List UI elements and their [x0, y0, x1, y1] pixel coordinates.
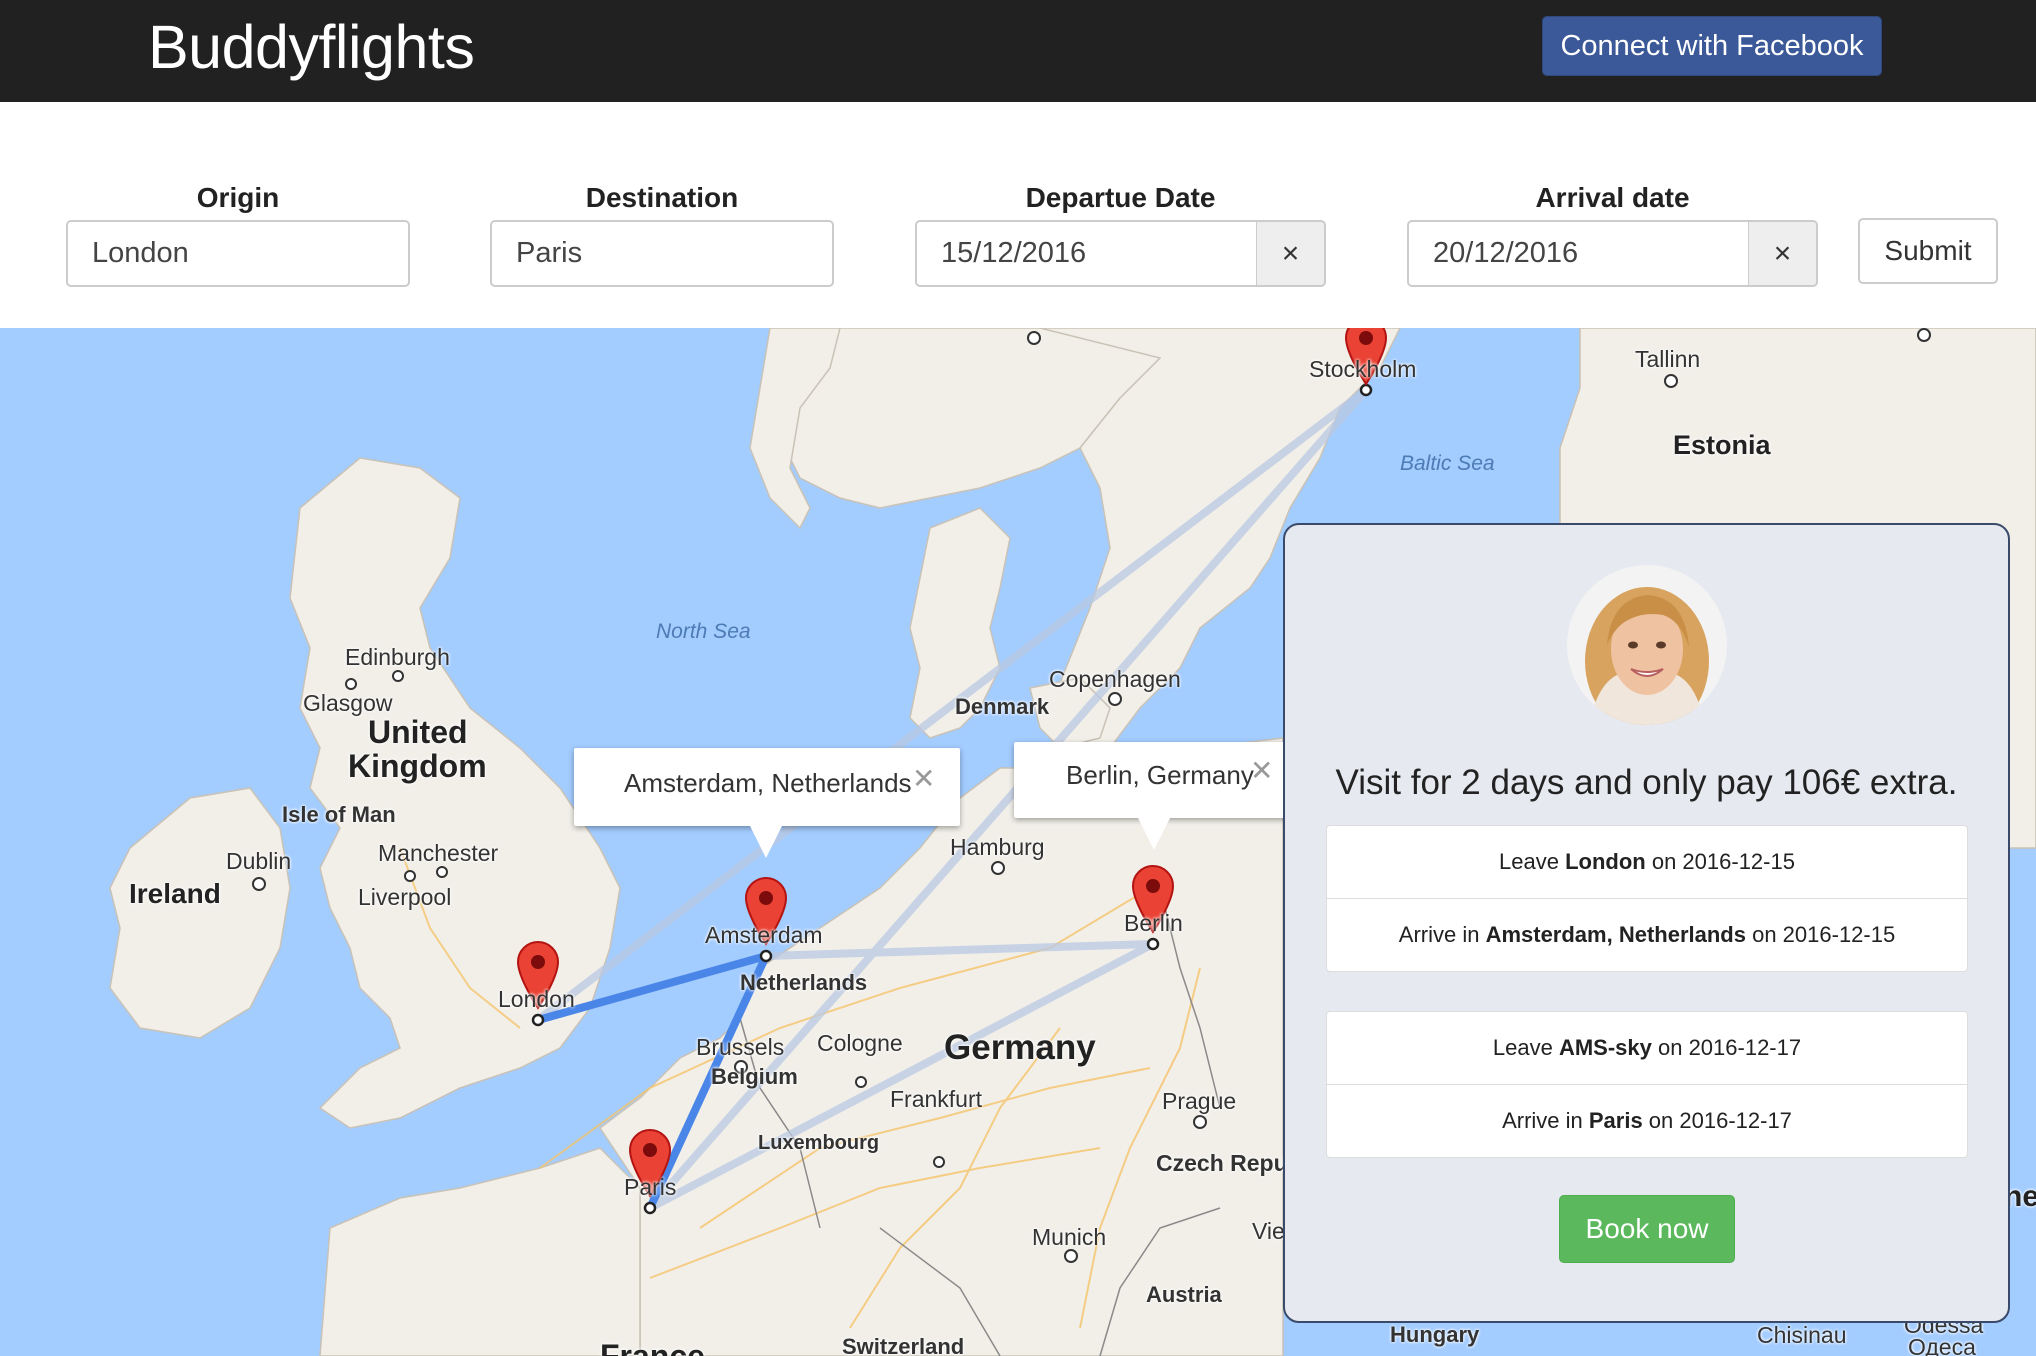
destination-label: Destination — [585, 182, 739, 213]
map-label-edinburgh: Edinburgh — [345, 644, 450, 670]
outbound-leg-card: Leave London on 2016-12-15 Arrive in Ams… — [1326, 825, 1968, 972]
arrival-date-input[interactable]: 20/12/2016 — [1407, 220, 1750, 287]
arrival-clear-button[interactable]: × — [1748, 220, 1818, 287]
destination-input[interactable]: Paris — [490, 220, 834, 287]
map-label-luxembourg: Luxembourg — [758, 1132, 880, 1154]
map-label-north-sea: North Sea — [656, 620, 751, 643]
submit-button[interactable]: Submit — [1858, 218, 1998, 284]
origin-input[interactable]: London — [66, 220, 410, 287]
return-leg-card: Leave AMS-sky on 2016-12-17 Arrive in Pa… — [1326, 1011, 1968, 1158]
amsterdam-infowindow-tail — [750, 826, 782, 858]
map-label-paris: Paris — [624, 1174, 677, 1200]
book-now-button[interactable]: Book now — [1559, 1195, 1735, 1263]
map-label-liverpool: Liverpool — [358, 884, 452, 910]
return-arrive-row: Arrive in Paris on 2016-12-17 — [1327, 1084, 1967, 1157]
map-label-denmark: Denmark — [955, 694, 1050, 719]
return-leave-place: AMS-sky — [1558, 1035, 1652, 1060]
berlin-infowindow-text: Berlin, Germany — [1066, 760, 1254, 790]
departure-clear-button[interactable]: × — [1256, 220, 1326, 287]
buddy-avatar — [1567, 565, 1727, 725]
map-label-hamburg: Hamburg — [950, 834, 1045, 860]
berlin-infowindow-tail — [1138, 818, 1170, 850]
return-arrive-place: Paris — [1588, 1108, 1643, 1133]
arrival-date-label: Arrival date — [1535, 182, 1690, 213]
return-leave-prefix: Leave — [1492, 1035, 1559, 1060]
outbound-leave-prefix: Leave — [1499, 849, 1566, 874]
return-leave-row: Leave AMS-sky on 2016-12-17 — [1327, 1012, 1967, 1084]
map-label-isle-of-man: Isle of Man — [282, 802, 396, 827]
departure-date-input[interactable]: 15/12/2016 — [915, 220, 1258, 287]
map-label-brussels: Brussels — [696, 1034, 785, 1060]
map-label-estonia: Estonia — [1673, 430, 1771, 460]
return-arrive-date: on 2016-12-17 — [1642, 1108, 1792, 1133]
map-label-netherlands: Netherlands — [740, 970, 868, 995]
outbound-leave-place: London — [1565, 849, 1646, 874]
map-label-austria: Austria — [1146, 1282, 1222, 1307]
map-label-odessa-cyrillic: Одеса — [1908, 1334, 1976, 1356]
outbound-leave-date: on 2016-12-15 — [1645, 849, 1795, 874]
map-label-london: London — [498, 986, 575, 1012]
departure-date-label: Departue Date — [1025, 182, 1216, 213]
connect-facebook-button[interactable]: Connect with Facebook — [1542, 16, 1882, 76]
berlin-infowindow: Berlin, Germany ✕ — [1014, 742, 1296, 850]
map-label-berlin: Berlin — [1124, 910, 1183, 936]
map-label-germany: Germany — [944, 1028, 1096, 1067]
return-arrive-prefix: Arrive in — [1502, 1108, 1589, 1133]
map-label-stockholm: Stockholm — [1309, 356, 1417, 382]
outbound-arrive-row: Arrive in Amsterdam, Netherlands on 2016… — [1327, 898, 1967, 971]
amsterdam-infowindow: Amsterdam, Netherlands ✕ — [574, 748, 960, 858]
map-label-manchester: Manchester — [378, 840, 499, 866]
map-label-switzerland: Switzerland — [842, 1334, 965, 1356]
map-label-ireland: Ireland — [129, 878, 221, 909]
map-label-dublin: Dublin — [226, 848, 292, 874]
map-label-tallinn: Tallinn — [1635, 346, 1701, 372]
return-leave-date: on 2016-12-17 — [1651, 1035, 1802, 1060]
map-label-chisinau: Chisinau — [1757, 1322, 1847, 1348]
outbound-arrive-date: on 2016-12-15 — [1745, 922, 1896, 947]
map-label-uk-line2: Kingdom — [348, 748, 487, 784]
map-label-uk-line1: United — [368, 714, 468, 750]
trip-offer-panel: Visit for 2 days and only pay 106€ extra… — [1283, 523, 2010, 1323]
outbound-arrive-place: Amsterdam, Netherlands — [1485, 922, 1746, 947]
outbound-leave-row: Leave London on 2016-12-15 — [1327, 826, 1967, 898]
offer-title: Visit for 2 days and only pay 106€ extra… — [1335, 763, 1958, 802]
berlin-infowindow-close-icon[interactable]: ✕ — [1250, 754, 1273, 787]
origin-label: Origin — [196, 182, 280, 213]
map-label-glasgow: Glasgow — [303, 690, 393, 716]
outbound-arrive-prefix: Arrive in — [1398, 922, 1486, 947]
map-label-vienna: Vie — [1252, 1218, 1285, 1244]
map-label-amsterdam: Amsterdam — [705, 922, 823, 948]
map-label-cologne: Cologne — [817, 1030, 903, 1056]
amsterdam-infowindow-close-icon[interactable]: ✕ — [912, 762, 935, 795]
map-label-baltic-sea: Baltic Sea — [1400, 452, 1495, 475]
brand-logo[interactable]: Buddyflights — [148, 12, 475, 82]
amsterdam-infowindow-text: Amsterdam, Netherlands — [624, 768, 912, 798]
map-label-france: France — [600, 1338, 705, 1356]
map-label-frankfurt: Frankfurt — [890, 1086, 983, 1112]
map-label-czech: Czech Repu — [1156, 1150, 1288, 1176]
map-label-hungary: Hungary — [1390, 1322, 1480, 1347]
map-label-copenhagen: Copenhagen — [1049, 666, 1181, 692]
map-label-munich: Munich — [1032, 1224, 1107, 1250]
map-label-prague: Prague — [1162, 1088, 1237, 1114]
map-label-belgium: Belgium — [711, 1064, 798, 1089]
top-navbar: Buddyflights Connect with Facebook — [0, 0, 2036, 102]
